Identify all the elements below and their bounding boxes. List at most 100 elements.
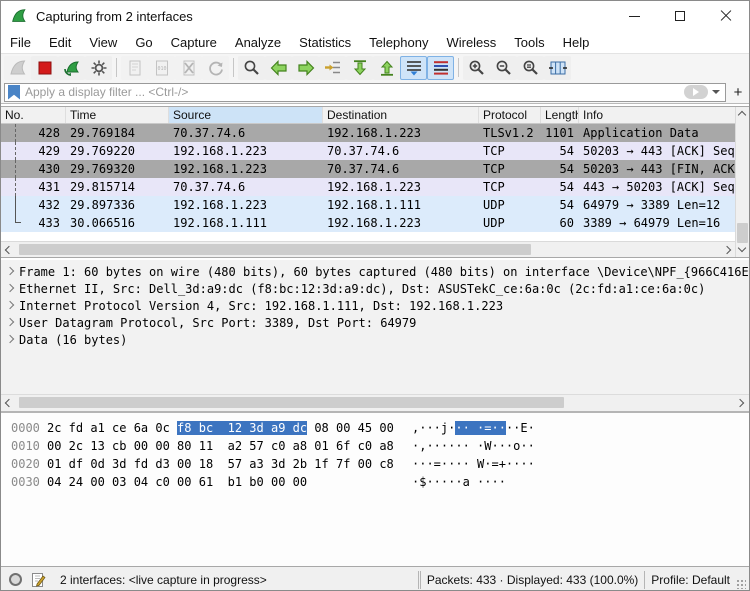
hex-row-0000[interactable]: 0000 2c fd a1 ce 6a 0c f8 bc 12 3d a9 dc … xyxy=(1,419,749,437)
packet-row-432[interactable]: 432 29.897336 192.168.1.223 192.168.1.111 UD… xyxy=(1,196,737,214)
start-capture-button[interactable] xyxy=(4,55,31,80)
expand-chevron-icon[interactable] xyxy=(1,280,19,297)
expert-info-icon[interactable] xyxy=(9,573,22,586)
scroll-left-icon[interactable] xyxy=(4,398,14,408)
column-header-no[interactable]: No. xyxy=(1,107,66,123)
menu-file[interactable]: File xyxy=(1,33,40,52)
column-header-info[interactable]: Info xyxy=(579,107,737,123)
packet-row-429[interactable]: 429 29.769220 192.168.1.223 70.37.74.6 TCP 54… xyxy=(1,142,737,160)
zoom-out-button[interactable] xyxy=(490,55,517,80)
packet-429-protocol: TCP xyxy=(483,144,505,158)
menu-tools[interactable]: Tools xyxy=(505,33,553,52)
menu-telephony[interactable]: Telephony xyxy=(360,33,437,52)
go-to-packet-button[interactable] xyxy=(319,55,346,80)
detail-line-1[interactable]: Ethernet II, Src: Dell_3d:a9:dc (f8:bc:1… xyxy=(1,280,749,297)
go-first-button[interactable] xyxy=(346,55,373,80)
ascii-segment[interactable]: ···=···· W·=+···· xyxy=(412,457,535,471)
packet-428-destination: 192.168.1.223 xyxy=(327,126,421,140)
packet-432-source: 192.168.1.223 xyxy=(173,198,267,212)
menu-help[interactable]: Help xyxy=(554,33,599,52)
packet-list-vscrollbar[interactable] xyxy=(735,107,749,257)
close-button[interactable] xyxy=(703,1,749,31)
capture-comment-icon[interactable] xyxy=(30,572,46,588)
auto-scroll-button[interactable] xyxy=(400,55,427,80)
ascii-segment-highlighted[interactable]: ·· ·=·· xyxy=(455,421,506,435)
packet-row-433[interactable]: 433 30.066516 192.168.1.111 192.168.1.223 UD… xyxy=(1,214,737,232)
expand-chevron-icon[interactable] xyxy=(1,297,19,314)
display-filter-box xyxy=(4,82,726,102)
colorize-button[interactable] xyxy=(427,55,454,80)
zoom-in-button[interactable] xyxy=(463,55,490,80)
resize-grip[interactable] xyxy=(736,578,746,589)
restart-capture-button[interactable] xyxy=(58,55,85,80)
scroll-right-icon[interactable] xyxy=(735,398,745,408)
ascii-segment[interactable]: ,···j· xyxy=(412,421,455,435)
minimize-button[interactable] xyxy=(611,1,657,31)
go-forward-button[interactable] xyxy=(292,55,319,80)
hex-row-0020[interactable]: 0020 01 df 0d 3d fd d3 00 18 57 a3 3d 2b … xyxy=(1,455,749,473)
capture-options-button[interactable] xyxy=(85,55,112,80)
column-header-destination[interactable]: Destination xyxy=(323,107,479,123)
detail-line-3[interactable]: User Datagram Protocol, Src Port: 3389, … xyxy=(1,314,749,331)
menu-wireless[interactable]: Wireless xyxy=(437,33,505,52)
menu-statistics[interactable]: Statistics xyxy=(290,33,360,52)
profile-text[interactable]: Profile: Default xyxy=(651,573,730,587)
open-file-button[interactable] xyxy=(121,55,148,80)
reload-file-button[interactable] xyxy=(202,55,229,80)
column-header-time[interactable]: Time xyxy=(66,107,169,123)
hex-bytes-segment-highlighted[interactable]: f8 bc 12 3d a9 dc xyxy=(177,421,308,435)
expand-chevron-icon[interactable] xyxy=(1,314,19,331)
details-hscrollbar[interactable] xyxy=(1,394,749,411)
packet-row-430[interactable]: 430 29.769320 192.168.1.223 70.37.74.6 TCP 54… xyxy=(1,160,737,178)
apply-filter-button[interactable] xyxy=(684,85,708,99)
scroll-down-icon[interactable] xyxy=(737,243,747,253)
filter-dropdown-icon[interactable] xyxy=(712,90,720,94)
expand-chevron-icon[interactable] xyxy=(1,263,19,280)
maximize-button[interactable] xyxy=(657,1,703,31)
stop-capture-button[interactable] xyxy=(31,55,58,80)
save-file-button[interactable]: 010 xyxy=(148,55,175,80)
column-header-protocol[interactable]: Protocol xyxy=(479,107,541,123)
hex-row-0030[interactable]: 0030 04 24 00 03 04 c0 00 61 b1 b0 00 00 ·… xyxy=(1,473,749,491)
ascii-segment[interactable]: ··E· xyxy=(506,421,535,435)
add-filter-button[interactable]: + xyxy=(730,84,746,101)
hex-bytes-segment[interactable]: 01 df 0d 3d fd d3 00 18 57 a3 3d 2b 1f 7… xyxy=(47,457,394,471)
filter-bookmark-icon[interactable] xyxy=(8,84,20,100)
column-header-source[interactable]: Source xyxy=(169,107,323,123)
menu-view[interactable]: View xyxy=(80,33,126,52)
menu-analyze[interactable]: Analyze xyxy=(226,33,290,52)
column-header-length[interactable]: Length xyxy=(541,107,579,123)
hex-bytes-segment[interactable]: 2c fd a1 ce 6a 0c xyxy=(47,421,177,435)
display-filter-input[interactable] xyxy=(25,84,684,100)
details-hscroll-thumb[interactable] xyxy=(19,397,564,408)
expand-chevron-icon[interactable] xyxy=(1,331,19,348)
hex-bytes-segment[interactable]: 08 00 45 00 xyxy=(307,421,393,435)
menu-go[interactable]: Go xyxy=(126,33,161,52)
detail-line-2[interactable]: Internet Protocol Version 4, Src: 192.16… xyxy=(1,297,749,314)
zoom-reset-button[interactable] xyxy=(517,55,544,80)
menu-capture[interactable]: Capture xyxy=(162,33,226,52)
packet-list-vscroll-thumb[interactable] xyxy=(737,223,748,243)
hex-row-0010[interactable]: 0010 00 2c 13 cb 00 00 80 11 a2 57 c0 a8 … xyxy=(1,437,749,455)
close-file-button[interactable] xyxy=(175,55,202,80)
go-back-button[interactable] xyxy=(265,55,292,80)
scroll-left-icon[interactable] xyxy=(4,245,14,255)
hex-bytes: 00 2c 13 cb 00 00 80 11 a2 57 c0 a8 01 6… xyxy=(47,437,412,455)
hex-bytes-segment[interactable]: 04 24 00 03 04 c0 00 61 b1 b0 00 00 xyxy=(47,475,307,489)
find-packet-button[interactable] xyxy=(238,55,265,80)
menu-edit[interactable]: Edit xyxy=(40,33,80,52)
packet-row-428[interactable]: 428 29.769184 70.37.74.6 192.168.1.223 TLSv1… xyxy=(1,124,737,142)
packet-list-hscrollbar[interactable] xyxy=(1,241,737,257)
detail-line-4[interactable]: Data (16 bytes) xyxy=(1,331,749,348)
resize-columns-button[interactable] xyxy=(544,55,571,80)
packet-list-hscroll-thumb[interactable] xyxy=(19,244,531,255)
hex-bytes-segment[interactable]: 00 2c 13 cb 00 00 80 11 a2 57 c0 a8 01 6… xyxy=(47,439,394,453)
detail-line-0[interactable]: Frame 1: 60 bytes on wire (480 bits), 60… xyxy=(1,263,749,280)
scroll-right-icon[interactable] xyxy=(722,245,732,255)
ascii-segment[interactable]: ·$·····a ···· xyxy=(412,475,506,489)
packet-row-431[interactable]: 431 29.815714 70.37.74.6 192.168.1.223 TCP 54… xyxy=(1,178,737,196)
go-last-icon xyxy=(377,58,397,78)
ascii-segment[interactable]: ·,······ ·W···o·· xyxy=(412,439,535,453)
go-last-button[interactable] xyxy=(373,55,400,80)
scroll-up-icon[interactable] xyxy=(737,110,747,120)
